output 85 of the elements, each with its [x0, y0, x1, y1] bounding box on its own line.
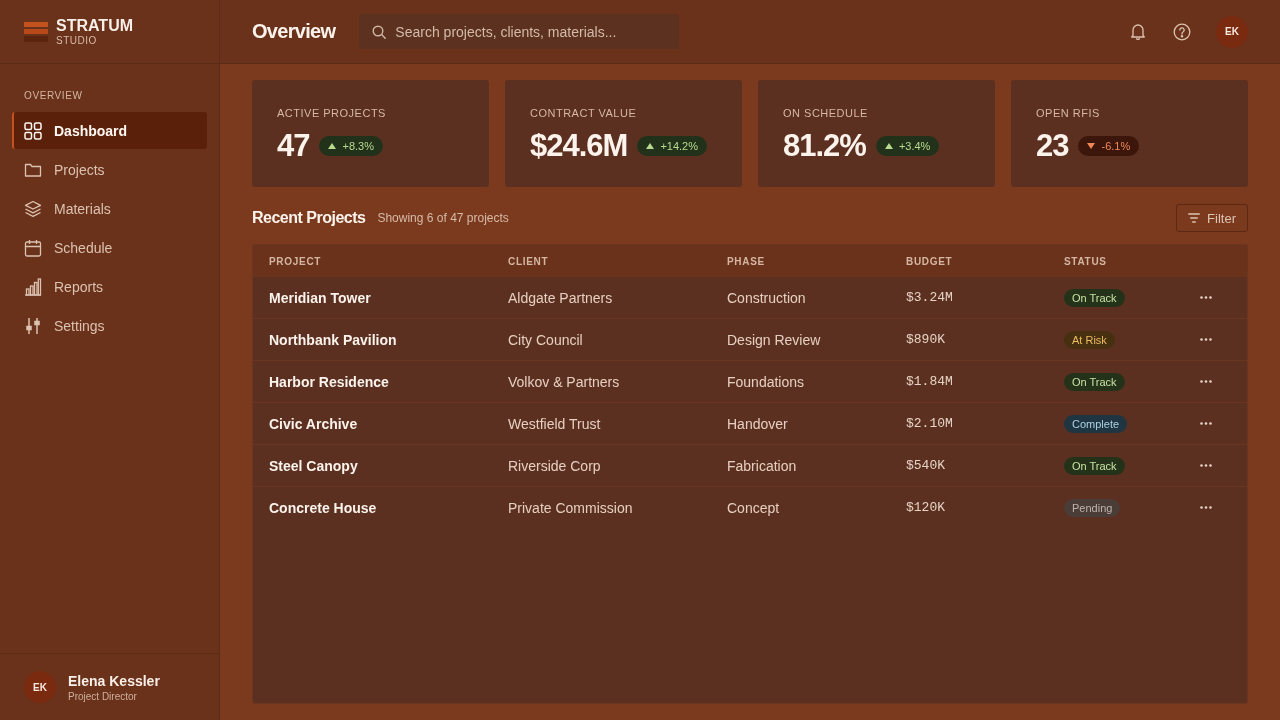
- logo-icon: [24, 21, 48, 42]
- more-icon[interactable]: [1200, 464, 1212, 467]
- stat-value: $24.6M: [530, 128, 628, 164]
- delta-value: +14.2%: [660, 140, 699, 152]
- user-avatar: EK: [24, 671, 56, 703]
- section-label: OVERVIEW: [23, 90, 83, 102]
- calendar-icon: [24, 238, 42, 257]
- more-icon[interactable]: [1200, 296, 1212, 299]
- column-header: STATUS: [1063, 255, 1107, 267]
- phase-text: Foundations: [726, 373, 805, 390]
- budget-value: $3.24M: [905, 290, 953, 305]
- stat-label: ON SCHEDULE: [783, 106, 868, 120]
- status-badge: On Track: [1064, 456, 1125, 475]
- phase-text: Concept: [726, 499, 780, 516]
- client-name: Riverside Corp: [507, 457, 601, 474]
- stat-value: 23: [1036, 128, 1069, 164]
- triangle-down-icon: [1087, 143, 1096, 149]
- status-badge: Pending: [1064, 498, 1121, 517]
- section-title: Recent Projects: [252, 209, 366, 227]
- filter-button[interactable]: Filter: [1176, 204, 1248, 232]
- more-icon[interactable]: [1200, 338, 1212, 341]
- project-name: Steel Canopy: [268, 457, 358, 474]
- filter-icon: [1188, 213, 1201, 223]
- user-avatar[interactable]: EK: [1216, 15, 1248, 48]
- nav-item[interactable]: Schedule: [12, 229, 207, 266]
- bar-chart-icon: [24, 277, 42, 296]
- budget-value: $1.84M: [905, 374, 953, 389]
- delta-value: +8.3%: [342, 140, 374, 152]
- column-header: CLIENT: [507, 255, 549, 267]
- phase-text: Fabrication: [726, 457, 797, 474]
- column-header: PROJECT: [268, 255, 322, 267]
- budget-value: $540K: [905, 458, 945, 473]
- more-icon[interactable]: [1200, 380, 1212, 383]
- project-name: Meridian Tower: [268, 289, 371, 306]
- client-name: City Council: [507, 331, 583, 348]
- budget-value: $2.10M: [905, 416, 953, 431]
- column-header: BUDGET: [905, 255, 953, 267]
- brand-name: STRATUM: [56, 17, 134, 35]
- project-name: Harbor Residence: [268, 373, 389, 390]
- stat-label: ACTIVE PROJECTS: [277, 106, 386, 120]
- nav-item[interactable]: Projects: [12, 151, 207, 188]
- user-name: Elena Kessler: [68, 672, 160, 689]
- delta-value: -6.1%: [1101, 140, 1131, 152]
- search-icon: [372, 25, 387, 39]
- triangle-up-icon: [646, 143, 655, 149]
- stat-label: OPEN RFIS: [1036, 106, 1100, 120]
- grid-icon: [24, 121, 42, 140]
- sliders-icon: [24, 316, 42, 335]
- bell-icon[interactable]: [1130, 23, 1146, 40]
- phase-text: Handover: [726, 415, 788, 432]
- budget-value: $120K: [905, 500, 945, 515]
- status-badge: On Track: [1064, 288, 1125, 307]
- column-header: PHASE: [726, 255, 765, 267]
- help-icon[interactable]: [1173, 22, 1191, 41]
- client-name: Aldgate Partners: [507, 289, 613, 306]
- status-badge: At Risk: [1064, 330, 1115, 349]
- status-badge: Complete: [1064, 414, 1128, 433]
- stat-value: 81.2%: [783, 128, 866, 164]
- page-title: Overview: [252, 20, 336, 43]
- search-field[interactable]: Search projects, clients, materials...: [359, 14, 680, 49]
- more-icon[interactable]: [1200, 422, 1212, 425]
- user-role: Project Director: [68, 690, 138, 702]
- phase-text: Design Review: [726, 331, 821, 348]
- project-name: Northbank Pavilion: [268, 331, 397, 348]
- client-name: Volkov & Partners: [507, 373, 620, 390]
- triangle-up-icon: [884, 143, 893, 149]
- nav-item[interactable]: Reports: [12, 268, 207, 305]
- stat-value: 47: [277, 128, 310, 164]
- delta-value: +3.4%: [898, 140, 931, 152]
- client-name: Private Commission: [507, 499, 633, 516]
- project-name: Civic Archive: [268, 415, 358, 432]
- nav-item[interactable]: Materials: [12, 190, 207, 227]
- status-badge: On Track: [1064, 372, 1125, 391]
- client-name: Westfield Trust: [507, 415, 601, 432]
- more-icon[interactable]: [1200, 506, 1212, 509]
- nav-item[interactable]: Dashboard: [12, 112, 207, 149]
- triangle-up-icon: [328, 143, 337, 149]
- section-subtitle: Showing 6 of 47 projects: [377, 211, 509, 225]
- layers-icon: [24, 199, 42, 218]
- stat-label: CONTRACT VALUE: [530, 106, 637, 120]
- brand-tagline: STUDIO: [56, 35, 98, 46]
- phase-text: Construction: [726, 289, 806, 306]
- project-name: Concrete House: [268, 499, 377, 516]
- budget-value: $890K: [905, 332, 945, 347]
- nav-item[interactable]: Settings: [12, 307, 207, 344]
